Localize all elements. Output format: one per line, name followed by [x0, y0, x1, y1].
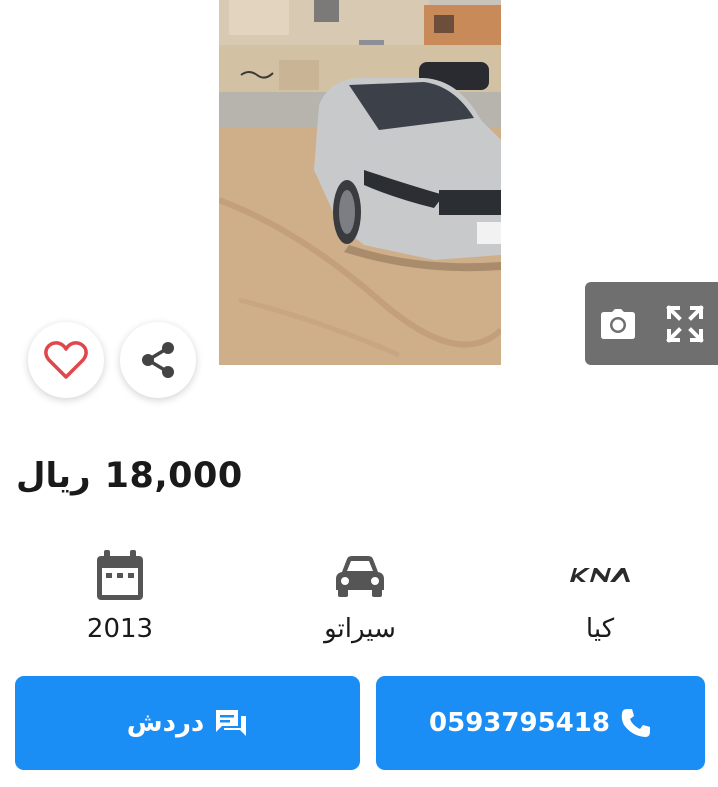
- spec-model-value: سيراتو: [324, 614, 396, 644]
- chat-icon: [216, 710, 247, 736]
- camera-icon: [601, 308, 635, 339]
- spec-make: كيا: [500, 545, 700, 655]
- call-button-label: 0593795418: [429, 708, 610, 738]
- calendar-icon: [95, 545, 145, 607]
- car-photo-image: [219, 0, 501, 365]
- gallery-controls: [585, 282, 718, 365]
- spec-year: 2013: [20, 545, 220, 655]
- share-icon: [142, 342, 174, 378]
- price-amount: 18,000: [104, 455, 243, 496]
- spec-model: سيراتو: [260, 545, 460, 655]
- listing-photo[interactable]: [219, 0, 501, 365]
- price: ريال 18,000: [16, 448, 243, 504]
- expand-icon: [666, 304, 704, 343]
- spec-year-value: 2013: [86, 614, 154, 644]
- heart-icon: [44, 341, 88, 379]
- price-currency: ريال: [16, 456, 91, 496]
- kia-logo-icon: [568, 545, 632, 607]
- call-button[interactable]: 0593795418: [376, 676, 705, 770]
- share-button[interactable]: [120, 322, 196, 398]
- car-icon: [334, 545, 386, 607]
- chat-button[interactable]: دردش: [15, 676, 360, 770]
- phone-icon: [621, 709, 650, 737]
- camera-button[interactable]: [585, 282, 651, 365]
- spec-make-value: كيا: [585, 614, 615, 644]
- favorite-button[interactable]: [28, 322, 104, 398]
- chat-button-label: دردش: [126, 708, 205, 738]
- fullscreen-button[interactable]: [652, 282, 718, 365]
